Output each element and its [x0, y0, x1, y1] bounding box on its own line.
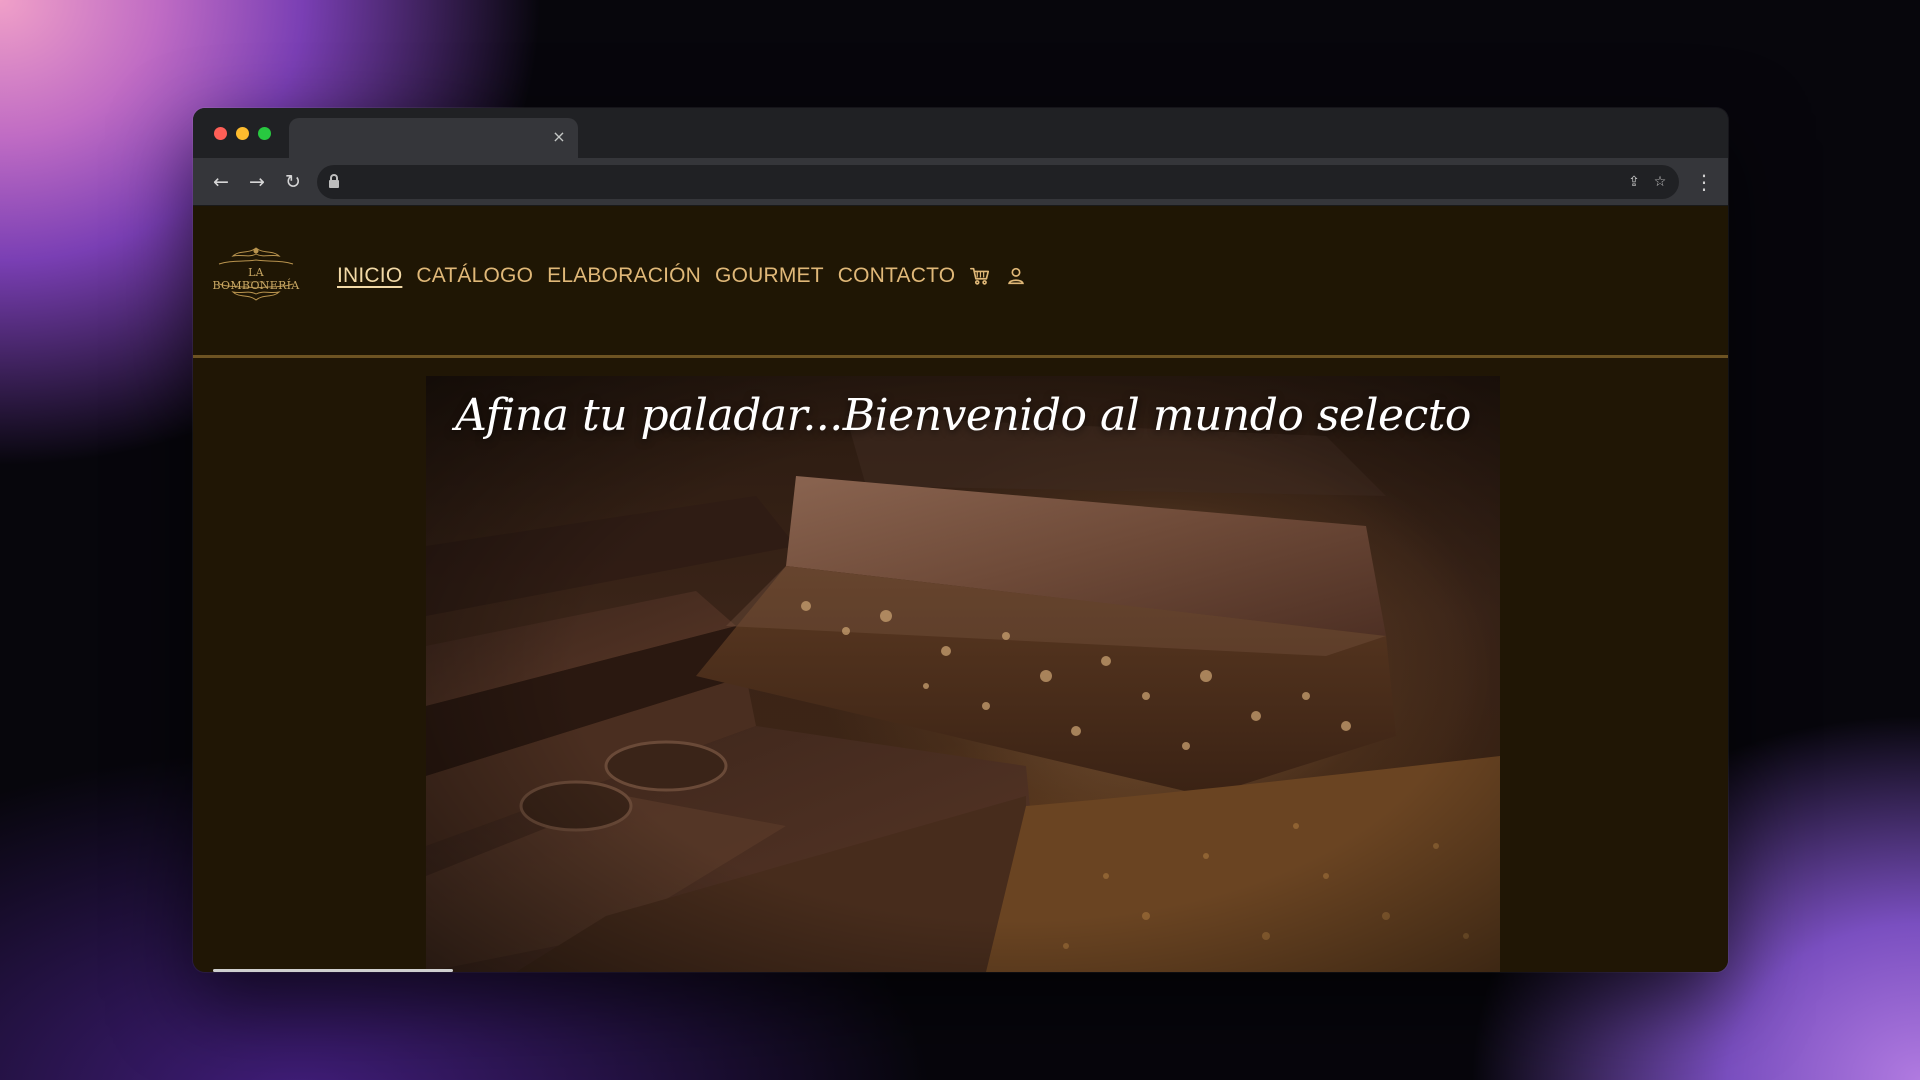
reload-icon[interactable]: ↻: [279, 168, 307, 196]
tab-close-icon[interactable]: ×: [548, 126, 570, 148]
chocolate-hero-image: [426, 376, 1500, 972]
brand-logo[interactable]: LA BOMBONERÍA: [211, 244, 301, 304]
address-bar[interactable]: ⇪ ☆: [317, 165, 1679, 199]
cart-icon[interactable]: [969, 265, 991, 287]
browser-menu-icon[interactable]: ⋮: [1692, 168, 1716, 196]
window-controls: [214, 127, 271, 140]
nav-inicio[interactable]: INICIO: [337, 264, 402, 288]
browser-window: × ← → ↻ ⇪ ☆ ⋮ LA BOMBONERÍA INICIO CATÁL…: [193, 108, 1728, 972]
logo-text: LA BOMBONERÍA: [212, 266, 300, 292]
browser-tab[interactable]: ×: [289, 118, 578, 158]
bookmark-star-icon[interactable]: ☆: [1649, 171, 1671, 193]
nav-gourmet[interactable]: GOURMET: [715, 264, 824, 288]
hero-banner: Afina tu paladar...Bienvenido al mundo s…: [426, 376, 1500, 972]
minimize-window-button[interactable]: [236, 127, 249, 140]
browser-toolbar: ← → ↻ ⇪ ☆ ⋮: [193, 158, 1728, 206]
nav-elaboracion[interactable]: ELABORACIÓN: [547, 264, 701, 288]
site-header: LA BOMBONERÍA INICIO CATÁLOGO ELABORACIÓ…: [193, 206, 1728, 358]
hero-title: Afina tu paladar...Bienvenido al mundo s…: [455, 390, 1471, 441]
close-window-button[interactable]: [214, 127, 227, 140]
user-icon[interactable]: [1005, 265, 1027, 287]
page-viewport: LA BOMBONERÍA INICIO CATÁLOGO ELABORACIÓ…: [193, 206, 1728, 972]
tab-strip: ×: [193, 108, 1728, 158]
back-arrow-icon[interactable]: ←: [207, 168, 235, 196]
share-icon[interactable]: ⇪: [1623, 171, 1645, 193]
nav-contacto[interactable]: CONTACTO: [838, 264, 956, 288]
horizontal-scrollbar[interactable]: [213, 969, 453, 972]
forward-arrow-icon[interactable]: →: [243, 168, 271, 196]
lock-icon: [329, 174, 339, 190]
main-nav: INICIO CATÁLOGO ELABORACIÓN GOURMET CONT…: [337, 264, 1027, 288]
maximize-window-button[interactable]: [258, 127, 271, 140]
nav-catalogo[interactable]: CATÁLOGO: [416, 264, 533, 288]
